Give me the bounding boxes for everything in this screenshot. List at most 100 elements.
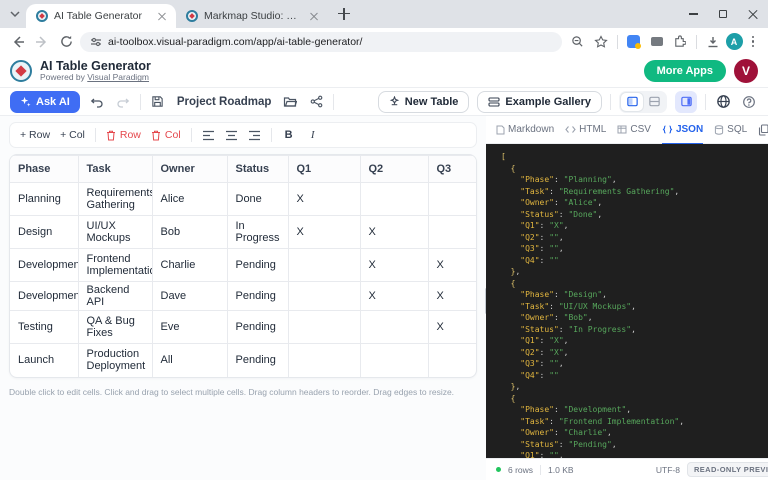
table-cell[interactable]	[288, 249, 360, 282]
align-right-icon[interactable]	[248, 130, 261, 141]
italic-button[interactable]: I	[306, 129, 320, 141]
browser-menu-icon[interactable]	[746, 34, 761, 50]
column-header[interactable]: Q3	[428, 156, 477, 183]
copy-code-icon[interactable]	[758, 124, 768, 136]
browser-profile-avatar[interactable]: A	[726, 33, 743, 50]
table-cell[interactable]	[360, 183, 428, 216]
ask-ai-button[interactable]: Ask AI	[10, 91, 80, 113]
split-vertical-icon[interactable]	[621, 93, 643, 111]
table-cell[interactable]: X	[288, 216, 360, 249]
table-cell[interactable]: Pending	[227, 249, 288, 282]
table-cell[interactable]: Pending	[227, 282, 288, 311]
downloads-icon[interactable]	[703, 32, 723, 52]
panel-right-icon[interactable]	[675, 91, 697, 113]
zoom-out-icon[interactable]	[568, 32, 588, 52]
browser-tab-inactive[interactable]: Markmap Studio: Failed to ope	[176, 4, 328, 28]
new-tab-button[interactable]	[336, 6, 352, 22]
example-gallery-button[interactable]: Example Gallery	[477, 91, 602, 113]
document-title[interactable]: Project Roadmap	[177, 96, 272, 108]
table-cell[interactable]: Requirements Gathering	[78, 183, 152, 216]
save-icon[interactable]	[149, 93, 167, 111]
browser-tab-active[interactable]: AI Table Generator	[26, 4, 176, 28]
table-cell[interactable]	[288, 282, 360, 311]
table-cell[interactable]: Dave	[152, 282, 227, 311]
table-cell[interactable]: X	[360, 216, 428, 249]
refresh-icon[interactable]	[56, 32, 76, 52]
delete-row-button[interactable]: Row	[106, 129, 141, 141]
table-cell[interactable]: Bob	[152, 216, 227, 249]
language-globe-icon[interactable]	[714, 93, 732, 111]
table-cell[interactable]	[288, 344, 360, 377]
table-cell[interactable]: Alice	[152, 183, 227, 216]
add-col-button[interactable]: + Col	[60, 129, 85, 141]
more-apps-button[interactable]: More Apps	[644, 60, 726, 82]
table-cell[interactable]: All	[152, 344, 227, 377]
extensions-puzzle-icon[interactable]	[670, 32, 690, 52]
table-cell[interactable]	[288, 311, 360, 344]
align-center-icon[interactable]	[225, 130, 238, 141]
table-cell[interactable]: X	[428, 311, 477, 344]
table-cell[interactable]: Production Deployment	[78, 344, 152, 377]
undo-icon[interactable]	[88, 93, 106, 111]
forward-icon[interactable]	[32, 32, 52, 52]
table-cell[interactable]: UI/UX Mockups	[78, 216, 152, 249]
table-cell[interactable]: Frontend Implementation	[78, 249, 152, 282]
table-cell[interactable]: Pending	[227, 344, 288, 377]
table-cell[interactable]: Charlie	[152, 249, 227, 282]
back-icon[interactable]	[8, 32, 28, 52]
extension-comment-icon[interactable]	[647, 32, 667, 52]
help-icon[interactable]	[740, 93, 758, 111]
table-cell[interactable]: X	[288, 183, 360, 216]
tab-close-icon[interactable]	[308, 10, 320, 22]
table-cell[interactable]: X	[428, 282, 477, 311]
column-header[interactable]: Q1	[288, 156, 360, 183]
tab-markdown[interactable]: Markdown	[496, 116, 554, 144]
user-avatar[interactable]: V	[734, 59, 758, 83]
tab-json[interactable]: JSON	[662, 116, 703, 144]
table-cell[interactable]: Done	[227, 183, 288, 216]
table-cell[interactable]: Pending	[227, 311, 288, 344]
table-cell[interactable]: Development	[10, 282, 78, 311]
table-cell[interactable]: X	[360, 249, 428, 282]
table-cell[interactable]	[428, 183, 477, 216]
table-cell[interactable]: QA & Bug Fixes	[78, 311, 152, 344]
redo-icon[interactable]	[114, 93, 132, 111]
table-cell[interactable]	[428, 344, 477, 377]
bold-button[interactable]: B	[282, 129, 296, 141]
bookmark-star-icon[interactable]	[591, 32, 611, 52]
json-preview-code[interactable]: [ { "Phase": "Planning", "Task": "Requir…	[486, 144, 768, 458]
delete-col-button[interactable]: Col	[151, 129, 181, 141]
table-cell[interactable]: Development	[10, 249, 78, 282]
tab-sql[interactable]: SQL	[714, 116, 747, 144]
table-cell[interactable]: X	[360, 282, 428, 311]
window-close-button[interactable]	[738, 0, 768, 28]
column-header[interactable]: Q2	[360, 156, 428, 183]
tab-html[interactable]: HTML	[565, 116, 606, 144]
split-horizontal-icon[interactable]	[643, 93, 665, 111]
url-input[interactable]: ai-toolbox.visual-paradigm.com/app/ai-ta…	[80, 32, 562, 52]
tab-search-chevron-icon[interactable]	[8, 7, 22, 21]
open-folder-icon[interactable]	[281, 93, 299, 111]
table-cell[interactable]	[360, 311, 428, 344]
table-cell[interactable]: Eve	[152, 311, 227, 344]
tab-csv[interactable]: CSV	[617, 116, 651, 144]
site-settings-icon[interactable]	[90, 36, 102, 48]
table-cell[interactable]: Testing	[10, 311, 78, 344]
table-cell[interactable]: Design	[10, 216, 78, 249]
extension-docs-icon[interactable]	[624, 32, 644, 52]
column-header[interactable]: Task	[78, 156, 152, 183]
window-minimize-button[interactable]	[678, 0, 708, 28]
table-cell[interactable]: Launch	[10, 344, 78, 377]
share-icon[interactable]	[307, 93, 325, 111]
new-table-button[interactable]: New Table	[378, 91, 470, 113]
window-maximize-button[interactable]	[708, 0, 738, 28]
column-header[interactable]: Status	[227, 156, 288, 183]
table-cell[interactable]: Planning	[10, 183, 78, 216]
table-cell[interactable]	[428, 216, 477, 249]
column-header[interactable]: Phase	[10, 156, 78, 183]
tab-close-icon[interactable]	[156, 10, 168, 22]
column-header[interactable]: Owner	[152, 156, 227, 183]
table-cell[interactable]: Backend API	[78, 282, 152, 311]
align-left-icon[interactable]	[202, 130, 215, 141]
visual-paradigm-link[interactable]: Visual Paradigm	[87, 72, 149, 82]
